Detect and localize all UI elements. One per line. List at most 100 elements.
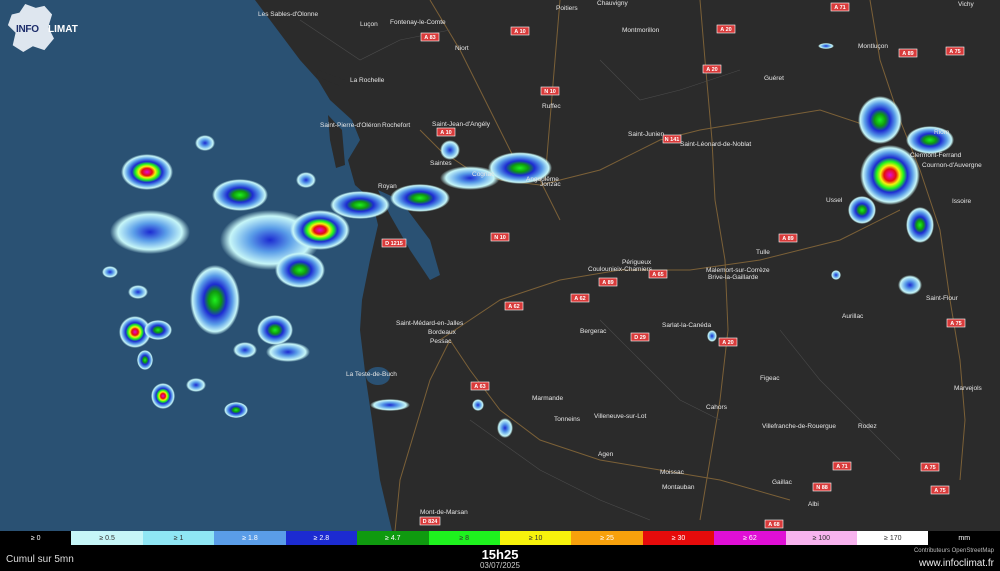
- city-label: Bergerac: [580, 328, 607, 335]
- city-label: Pessac: [430, 338, 452, 345]
- road-shield: A 63: [474, 384, 485, 390]
- logo-text-right: LIMAT: [48, 24, 78, 35]
- legend-swatch: ≥ 0.5: [71, 531, 143, 545]
- road-shield: N 10: [544, 89, 556, 95]
- city-label: Vichy: [958, 1, 975, 8]
- road-shield: A 20: [720, 27, 731, 33]
- city-label: Malemort-sur-Corrèze: [706, 267, 770, 274]
- city-label: Cournon-d'Auvergne: [922, 162, 982, 169]
- city-label: La Rochelle: [350, 77, 385, 84]
- site-link[interactable]: www.infoclimat.fr: [919, 558, 994, 569]
- footer-bar: Cumul sur 5mn 15h25 03/07/2025 Contribut…: [0, 545, 1000, 571]
- city-label: Clermont-Ferrand: [910, 152, 962, 159]
- city-label: Gaillac: [772, 479, 793, 486]
- legend-swatch: ≥ 2.8: [285, 531, 358, 545]
- city-label: Poitiers: [556, 5, 578, 12]
- city-label: Agen: [598, 451, 614, 458]
- city-label: Périgueux: [622, 259, 652, 266]
- road-shield: D 29: [634, 335, 646, 341]
- legend-swatch: ≥ 8: [428, 531, 500, 545]
- legend-swatch: ≥ 170: [857, 531, 929, 545]
- city-label: Cahors: [706, 404, 728, 411]
- city-label: Royan: [378, 183, 397, 190]
- legend-swatch: ≥ 30: [642, 531, 715, 545]
- city-label: Mont-de-Marsan: [420, 509, 468, 516]
- city-label: Jonzac: [540, 181, 561, 188]
- road-shield: A 89: [782, 236, 793, 242]
- road-shield: A 75: [934, 488, 945, 494]
- road-shield: D 1215: [385, 241, 403, 247]
- legend-swatch: ≥ 25: [571, 531, 643, 545]
- city-label: Marmande: [532, 395, 563, 402]
- osm-credit: Contributeurs OpenStreetMap: [913, 548, 994, 554]
- city-label: Coulounieix-Chamiers: [588, 266, 653, 273]
- legend-swatch: ≥ 4.7: [357, 531, 429, 545]
- legend-unit: mm: [928, 531, 1000, 545]
- timestamp-time: 15h25: [481, 547, 519, 562]
- city-label: La Teste-de-Buch: [346, 371, 397, 378]
- road-shield: A 65: [652, 272, 663, 278]
- city-label: Tulle: [756, 249, 770, 256]
- road-shield: A 20: [722, 340, 733, 346]
- city-label: Saintes: [430, 160, 452, 167]
- city-label: Villeneuve-sur-Lot: [594, 413, 646, 420]
- road-shield: D 824: [423, 519, 439, 525]
- city-label: Bordeaux: [428, 329, 457, 336]
- radar-map[interactable]: Les Sables-d'Olonne Luçon Fontenay-le-Co…: [0, 0, 1000, 531]
- city-label: Saint-Pierre-d'Oléron: [320, 122, 381, 129]
- city-label: Riom: [934, 129, 949, 136]
- road-shield: A 10: [440, 130, 451, 136]
- city-label: Montauban: [662, 484, 695, 491]
- road-shield: A 71: [834, 5, 845, 11]
- road-shield: A 75: [950, 321, 961, 327]
- road-shield: A 62: [508, 304, 519, 310]
- legend-swatch: ≥ 1.8: [214, 531, 286, 545]
- road-shield: A 75: [949, 49, 960, 55]
- road-shield: A 20: [706, 67, 717, 73]
- city-label: Figeac: [760, 375, 780, 382]
- timestamp-date: 03/07/2025: [479, 561, 521, 570]
- city-label: Montluçon: [858, 43, 888, 50]
- city-label: Chauvigny: [597, 0, 628, 7]
- city-label: Sarlat-la-Canéda: [662, 322, 712, 329]
- road-shield: A 83: [424, 35, 435, 41]
- city-label: Luçon: [360, 21, 378, 28]
- city-label: Tonneins: [554, 416, 581, 423]
- city-label: Fontenay-le-Comte: [390, 19, 446, 26]
- city-label: Saint-Médard-en-Jalles: [396, 320, 464, 327]
- city-label: Saint-Flour: [926, 295, 959, 302]
- city-label: Saint-Jean-d'Angély: [432, 121, 491, 128]
- city-label: Aurillac: [842, 313, 864, 320]
- precipitation-legend: ≥ 0 ≥ 0.5 ≥ 1 ≥ 1.8 ≥ 2.8 ≥ 4.7 ≥ 8 ≥ 10 ≥ 25 ≥ 3…: [0, 531, 1000, 545]
- city-label: Saint-Léonard-de-Noblat: [680, 141, 751, 148]
- road-shield: N 10: [494, 235, 506, 241]
- city-label: Villefranche-de-Rouergue: [762, 423, 836, 430]
- city-label: Ruffec: [542, 103, 561, 110]
- road-shield: A 75: [924, 465, 935, 471]
- city-label: Montmorillon: [622, 27, 660, 34]
- legend-swatch: ≥ 100: [785, 531, 858, 545]
- road-shield: A 62: [574, 296, 585, 302]
- city-label: Brive-la-Gaillarde: [708, 274, 759, 281]
- city-label: Niort: [455, 45, 469, 52]
- city-label: Saint-Junien: [628, 131, 665, 138]
- city-label: Guéret: [764, 75, 784, 82]
- city-label: Albi: [808, 501, 819, 508]
- city-label: Moissac: [660, 469, 685, 476]
- road-shield: A 89: [602, 280, 613, 286]
- legend-swatch: ≥ 62: [714, 531, 786, 545]
- city-label: Rochefort: [382, 122, 410, 129]
- infoclimat-logo[interactable]: INFO LIMAT: [6, 4, 78, 52]
- road-shield: A 89: [902, 51, 913, 57]
- city-label: Issoire: [952, 198, 972, 205]
- logo-text-left: INFO: [16, 24, 39, 35]
- city-label: Rodez: [858, 423, 877, 430]
- legend-swatch: ≥ 10: [499, 531, 572, 545]
- road-shield: A 68: [768, 522, 779, 528]
- city-label: Cognac: [472, 171, 495, 178]
- road-shield: A 10: [514, 29, 525, 35]
- city-label: Marvejols: [954, 385, 983, 392]
- city-label: Les Sables-d'Olonne: [258, 11, 319, 18]
- road-shield: A 71: [836, 464, 847, 470]
- legend-swatch: ≥ 1: [142, 531, 215, 545]
